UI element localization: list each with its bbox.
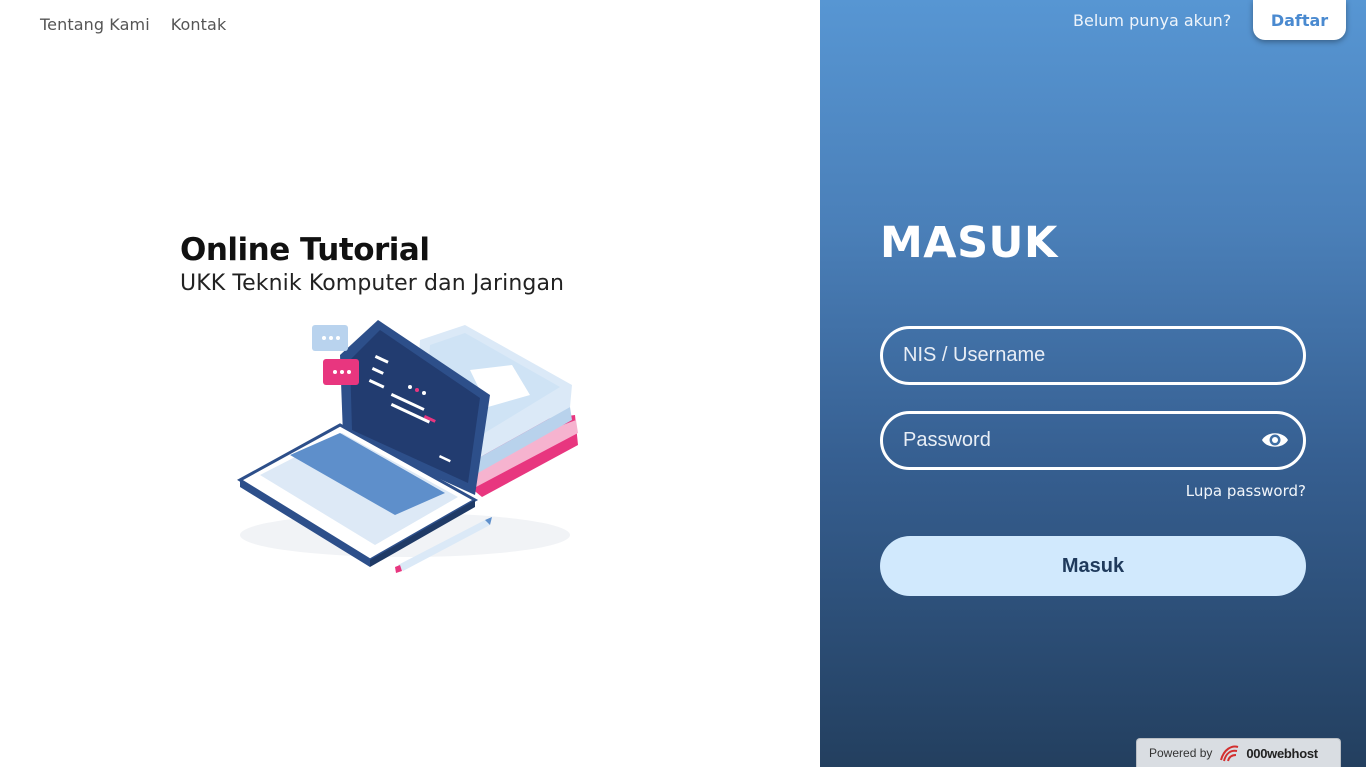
login-submit-button[interactable]: Masuk [880,536,1306,596]
login-panel: Belum punya akun? Daftar MASUK Lupa pass… [820,0,1366,767]
signup-button[interactable]: Daftar [1253,0,1346,40]
username-input[interactable] [903,329,1243,382]
password-input[interactable] [903,414,1243,467]
username-field-wrapper [880,326,1306,385]
forgot-password-link[interactable]: Lupa password? [1186,482,1306,500]
powered-by-brand: 000webhost [1246,745,1318,761]
signup-prompt: Belum punya akun? [1073,11,1232,30]
nav-link-tentang-kami[interactable]: Tentang Kami [40,15,150,34]
hero-subtitle: UKK Teknik Komputer dan Jaringan [180,271,565,296]
login-title: MASUK [880,218,1058,268]
top-nav: Tentang Kami Kontak [40,15,226,34]
powered-by-badge[interactable]: Powered by 000webhost [1136,738,1341,767]
powered-by-text: Powered by [1149,746,1213,760]
left-panel: Tentang Kami Kontak Online Tutorial UKK … [0,0,820,767]
password-field-wrapper [880,411,1306,470]
laptop-books-illustration [237,320,578,573]
webhost-logo-icon [1220,745,1239,762]
eye-icon[interactable] [1261,429,1289,451]
hero-title: Online Tutorial [180,232,430,268]
nav-link-kontak[interactable]: Kontak [171,15,227,34]
